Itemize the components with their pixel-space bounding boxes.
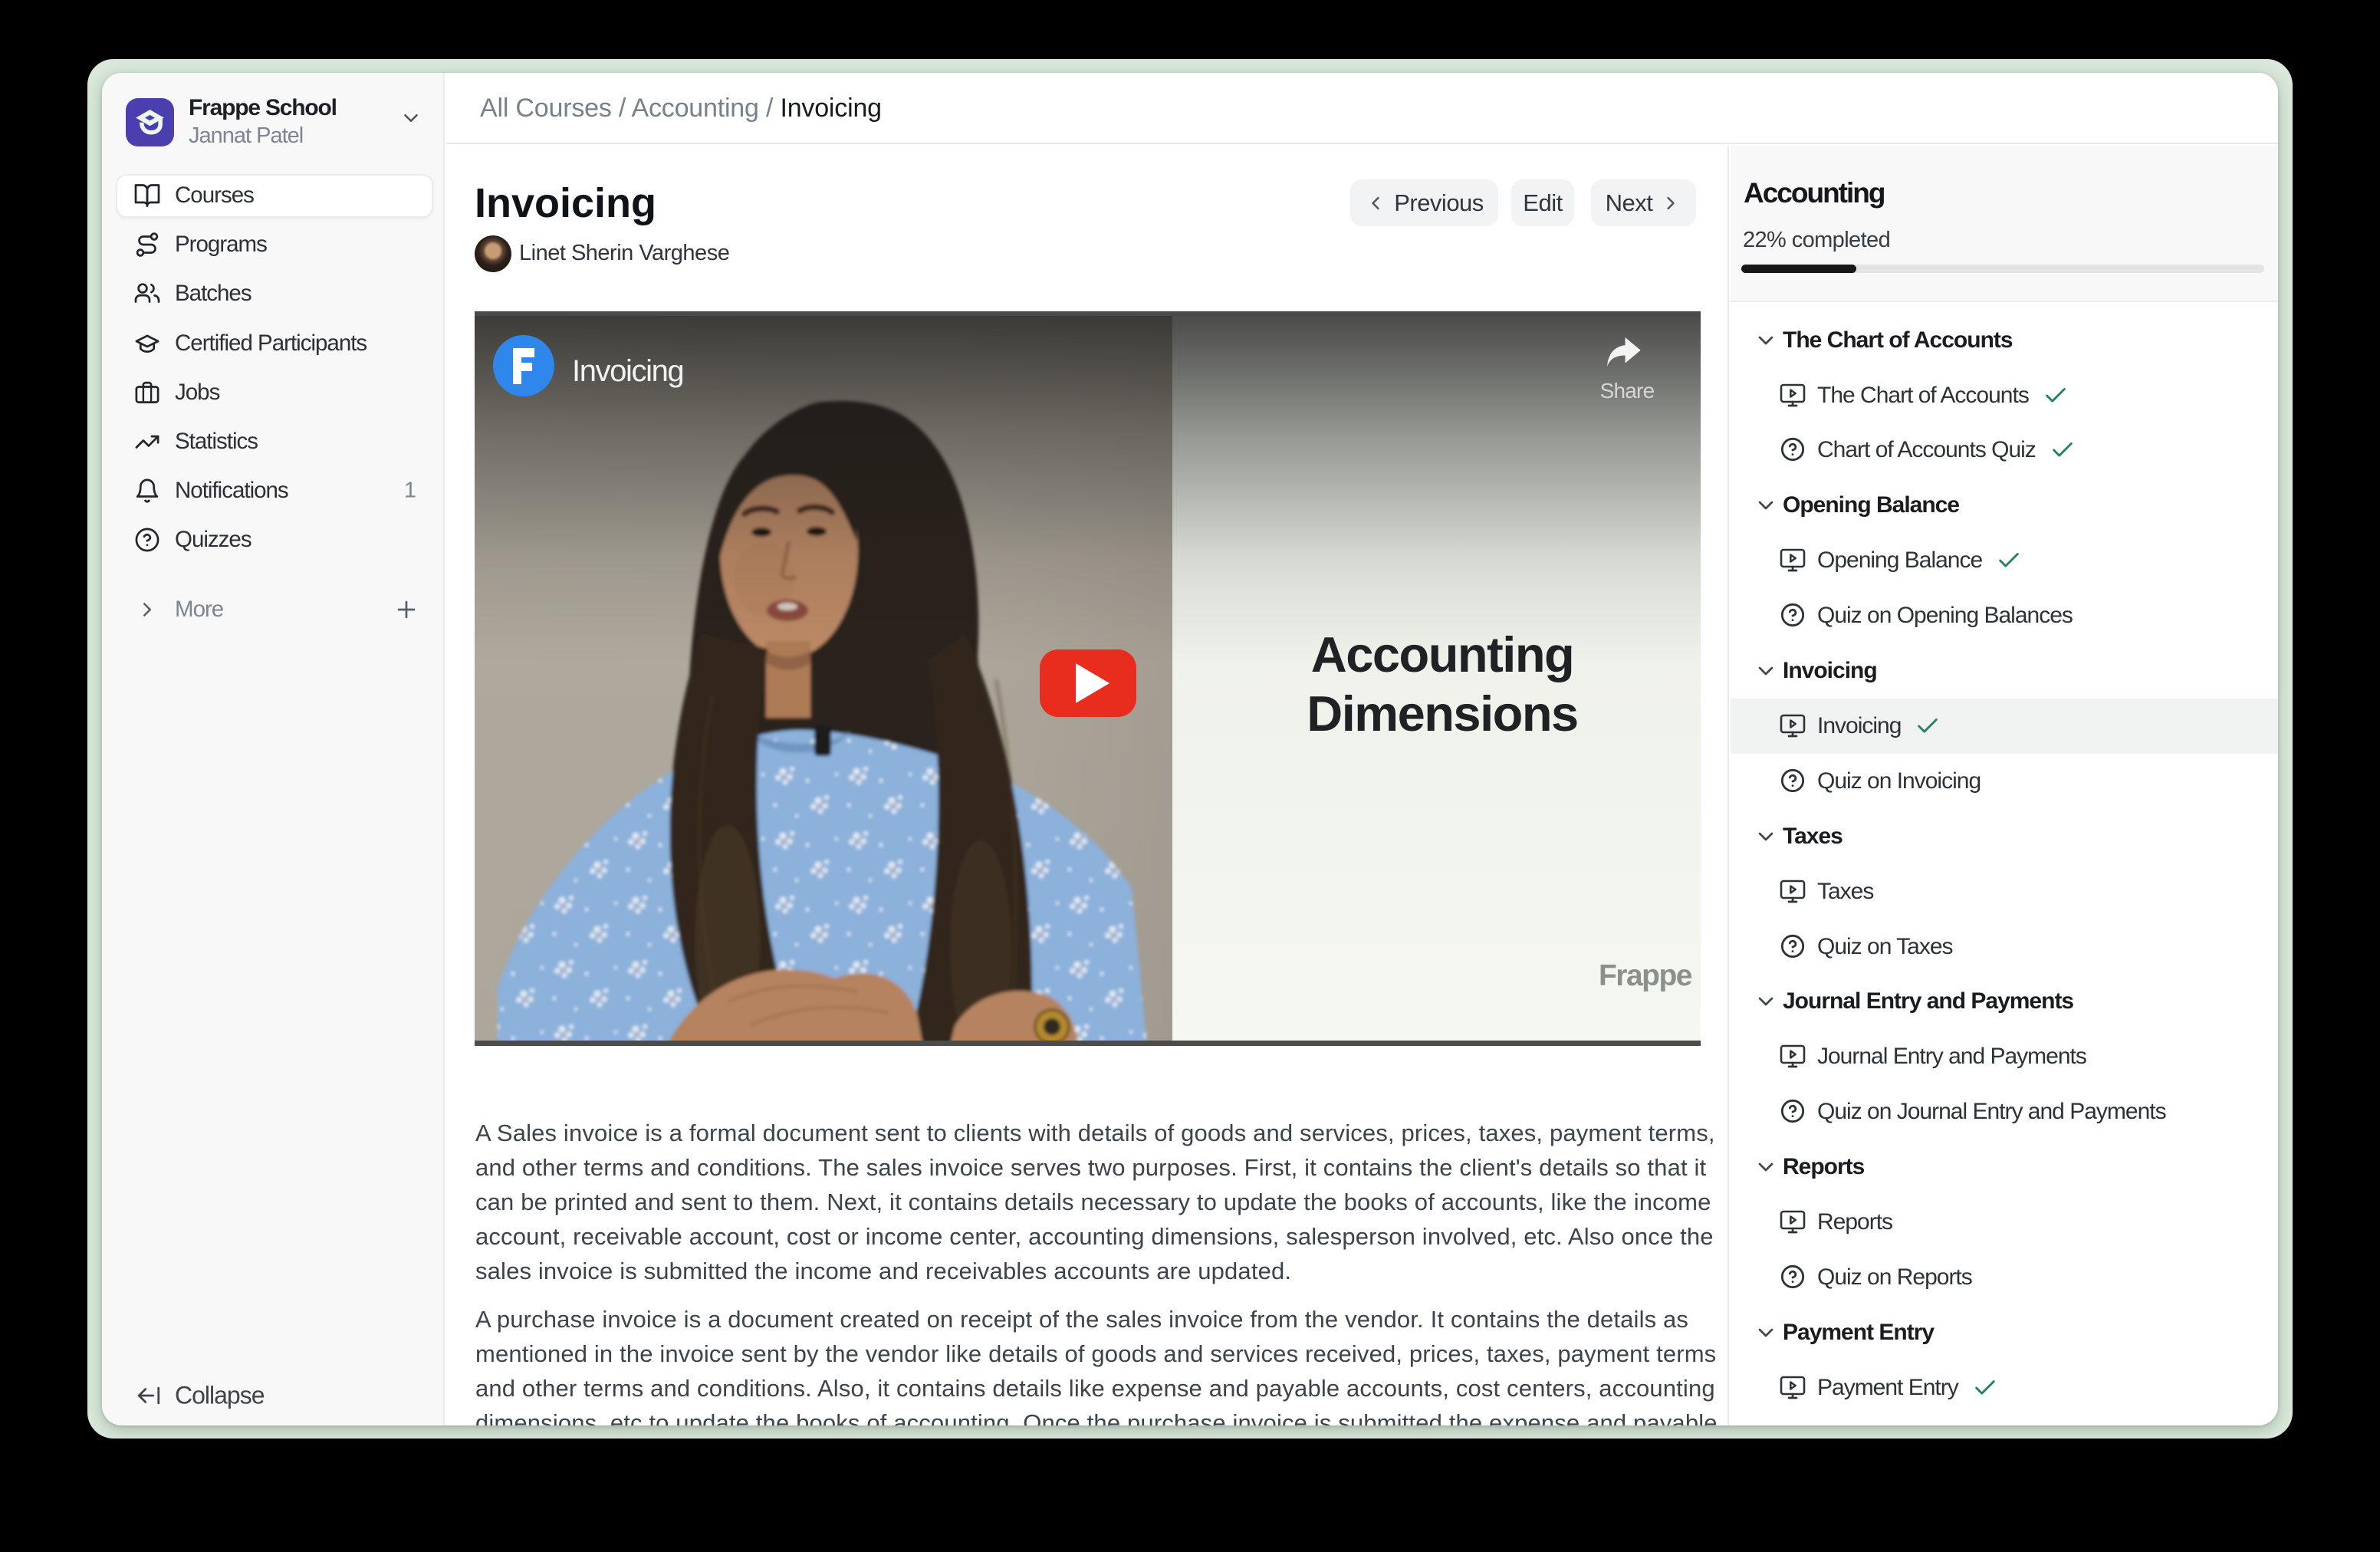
svg-text:Dimensions: Dimensions [1307,686,1577,741]
svg-text:Invoicing: Invoicing [572,354,683,388]
svg-text:Frappe: Frappe [1599,959,1692,992]
svg-text:Share: Share [1600,379,1655,403]
